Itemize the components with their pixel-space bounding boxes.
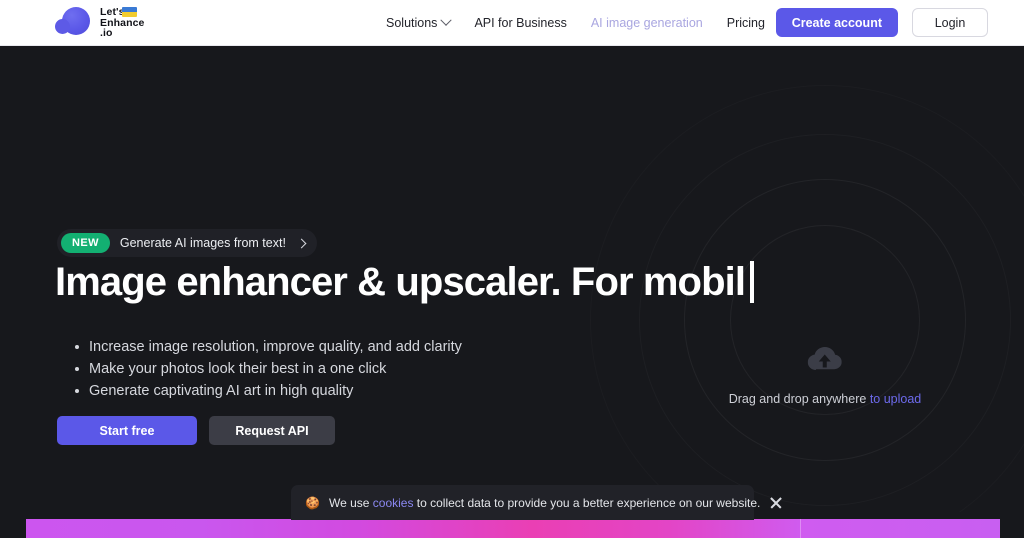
cookie-icon: 🍪 bbox=[305, 495, 320, 510]
logo-blob-icon bbox=[54, 5, 92, 39]
cookie-text-before: We use bbox=[328, 495, 373, 510]
create-account-button[interactable]: Create account bbox=[775, 8, 898, 37]
gradient-strip-divider bbox=[800, 519, 801, 538]
list-item: Generate captivating AI art in high qual… bbox=[72, 380, 462, 402]
dropzone-text: Drag and drop anywhere bbox=[728, 392, 867, 406]
chevron-right-icon bbox=[296, 238, 307, 248]
ukraine-flag-icon bbox=[122, 7, 137, 17]
login-button[interactable]: Login bbox=[912, 8, 988, 37]
page-title: Image enhancer & upscaler. For mobil bbox=[55, 260, 755, 305]
nav-item-ai-image-generation[interactable]: AI image generation bbox=[591, 16, 703, 30]
hero-section: NEW Generate AI images from text! Image … bbox=[0, 46, 1024, 512]
badge-text: Generate AI images from text! bbox=[119, 236, 286, 250]
chevron-down-icon bbox=[440, 14, 453, 26]
nav-label-pricing: Pricing bbox=[726, 16, 765, 30]
logo-line-3: .io bbox=[100, 27, 113, 39]
cookie-banner: 🍪 We use cookies to collect data to prov… bbox=[291, 485, 760, 520]
nav-item-solutions[interactable]: Solutions bbox=[386, 14, 453, 30]
upload-link[interactable]: to upload bbox=[870, 392, 921, 406]
cookie-text-after: to collect data to provide you a better … bbox=[413, 495, 761, 510]
feature-list: Increase image resolution, improve quali… bbox=[72, 336, 462, 402]
list-item: Increase image resolution, improve quali… bbox=[72, 336, 462, 358]
headline-text: Image enhancer & upscaler. For mobil bbox=[55, 260, 746, 304]
cloud-upload-icon bbox=[807, 347, 842, 370]
nav-label-solutions: Solutions bbox=[386, 16, 438, 30]
nav-item-api-for-business[interactable]: API for Business bbox=[474, 16, 566, 30]
dropzone-label: Drag and drop anywhere to upload bbox=[729, 392, 922, 406]
cookie-message: We use cookies to collect data to provid… bbox=[329, 496, 760, 510]
site-header: Let's Enhance .io Solutions API for Busi… bbox=[0, 0, 1024, 46]
new-feature-badge[interactable]: NEW Generate AI images from text! bbox=[57, 229, 317, 257]
request-api-button[interactable]: Request API bbox=[209, 416, 335, 445]
gradient-strip bbox=[26, 519, 1000, 538]
nav-label-api-for-business: API for Business bbox=[474, 16, 567, 30]
start-free-button[interactable]: Start free bbox=[57, 416, 197, 445]
close-icon[interactable] bbox=[769, 496, 783, 510]
cookies-link[interactable]: cookies bbox=[373, 496, 414, 510]
nav-label-ai-image-generation: AI image generation bbox=[590, 16, 703, 30]
landing-page: Let's Enhance .io Solutions API for Busi… bbox=[0, 0, 1024, 538]
typing-caret bbox=[750, 260, 755, 303]
main-navigation: Solutions API for Business AI image gene… bbox=[386, 0, 814, 46]
nav-item-pricing[interactable]: Pricing bbox=[727, 16, 765, 30]
list-item: Make your photos look their best in a on… bbox=[72, 358, 462, 380]
badge-new-tag: NEW bbox=[61, 233, 110, 253]
upload-dropzone[interactable]: Drag and drop anywhere to upload bbox=[729, 346, 922, 406]
